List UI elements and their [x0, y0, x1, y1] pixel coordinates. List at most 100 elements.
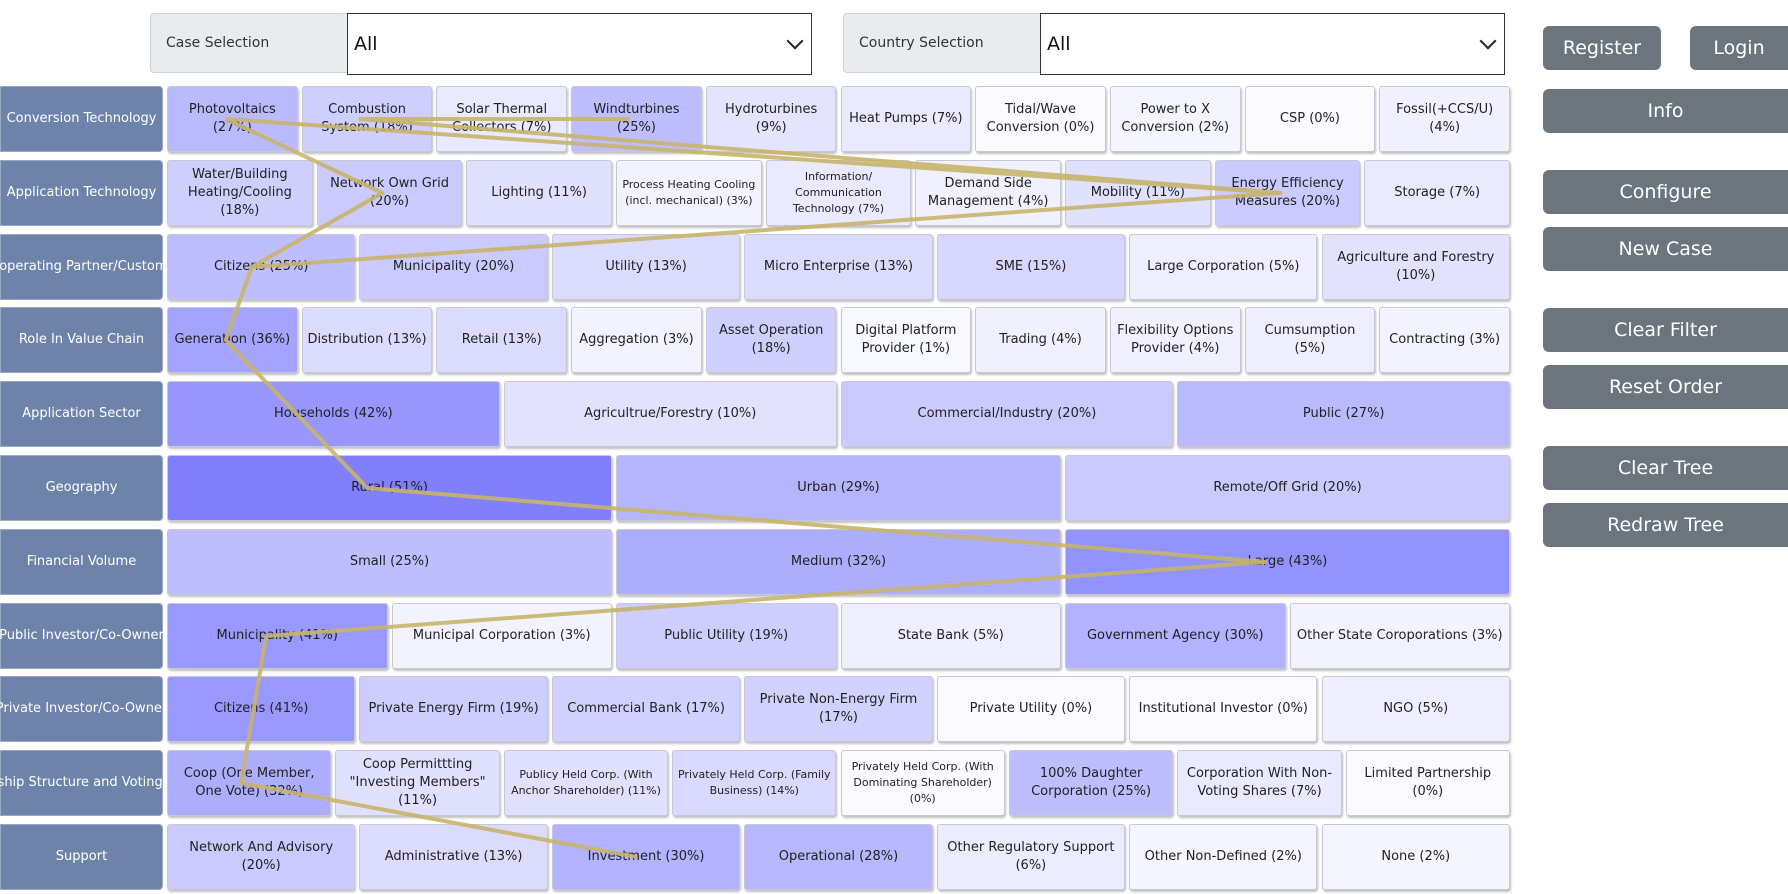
category-cell[interactable]: Municipal Corporation (3%): [391, 603, 612, 669]
register-button[interactable]: Register: [1543, 26, 1661, 70]
row-label: Cooperating Partner/Customer: [0, 234, 181, 300]
category-cell[interactable]: Generation (36%): [167, 307, 298, 373]
category-cell[interactable]: Municipality (41%): [167, 603, 388, 669]
category-cell[interactable]: Information/ Communication Technology (7…: [765, 160, 912, 226]
row-label: Application Sector: [0, 381, 163, 447]
category-cell[interactable]: Flexibility Options Provider (4%): [1109, 307, 1241, 373]
category-cell[interactable]: State Bank (5%): [840, 603, 1061, 669]
row-label: Private Investor/Co-Owner: [0, 676, 167, 742]
category-cell[interactable]: Coop (One Member, One Vote) (32%): [167, 750, 332, 816]
category-cell[interactable]: Coop Permittting "Investing Members" (11…: [335, 750, 500, 816]
clear-tree-button[interactable]: Clear Tree: [1543, 446, 1788, 490]
category-cell[interactable]: Demand Side Management (4%): [915, 160, 1061, 226]
new-case-button[interactable]: New Case: [1543, 227, 1788, 271]
category-cell[interactable]: SME (15%): [936, 234, 1126, 300]
category-cell[interactable]: Process Heating Cooling (incl. mechanica…: [616, 160, 762, 226]
category-cell[interactable]: None (2%): [1321, 824, 1510, 890]
row-label: Conversion Technology: [0, 86, 163, 152]
category-cell[interactable]: Power to X Conversion (2%): [1109, 86, 1241, 152]
category-cell[interactable]: Large (43%): [1065, 529, 1510, 595]
country-selection-dropdown[interactable]: All: [1040, 13, 1505, 75]
configure-button[interactable]: Configure: [1543, 170, 1788, 214]
case-selection-dropdown[interactable]: All: [347, 13, 812, 75]
category-cell[interactable]: Agricultrue/Forestry (10%): [503, 381, 837, 447]
category-cell[interactable]: NGO (5%): [1321, 676, 1510, 742]
category-cell[interactable]: Aggregation (3%): [571, 307, 702, 373]
category-cell[interactable]: Storage (7%): [1364, 160, 1510, 226]
category-cell[interactable]: Agriculture and Forestry (10%): [1321, 234, 1510, 300]
reset-order-button[interactable]: Reset Order: [1543, 365, 1788, 409]
category-cell[interactable]: Micro Enterprise (13%): [744, 234, 933, 300]
category-cell[interactable]: Investment (30%): [551, 824, 741, 890]
category-cell[interactable]: Large Corporation (5%): [1129, 234, 1318, 300]
clear-filter-button[interactable]: Clear Filter: [1543, 308, 1788, 352]
case-selection-group: Case Selection All: [150, 13, 812, 75]
chevron-down-icon: [786, 32, 804, 50]
category-cell[interactable]: Public (27%): [1177, 381, 1511, 447]
row-label: Public Investor/Co-Owner: [0, 603, 164, 669]
category-cell[interactable]: Publicy Held Corp. (With Anchor Sharehol…: [503, 750, 669, 816]
category-cell[interactable]: Distribution (13%): [301, 307, 433, 373]
category-cell[interactable]: Citizens (41%): [167, 676, 356, 742]
category-cell[interactable]: Tidal/Wave Conversion (0%): [975, 86, 1106, 152]
category-cell[interactable]: Private Energy Firm (19%): [359, 676, 548, 742]
category-cell[interactable]: Government Agency (30%): [1065, 603, 1286, 669]
row-label: Application Technology: [0, 160, 163, 226]
category-cell[interactable]: Utility (13%): [551, 234, 741, 300]
category-cell[interactable]: Medium (32%): [616, 529, 1061, 595]
redraw-tree-button[interactable]: Redraw Tree: [1543, 503, 1788, 547]
category-cell[interactable]: Heat Pumps (7%): [840, 86, 972, 152]
category-cell[interactable]: Lighting (11%): [466, 160, 612, 226]
category-cell[interactable]: Mobility (11%): [1065, 160, 1211, 226]
category-cell[interactable]: Water/Building Heating/Cooling (18%): [167, 160, 313, 226]
category-cell[interactable]: Citizens (25%): [167, 234, 356, 300]
category-cell[interactable]: Other Non-Defined (2%): [1129, 824, 1318, 890]
category-cell[interactable]: Small (25%): [167, 529, 612, 595]
category-cell[interactable]: Corporation With Non-Voting Shares (7%): [1177, 750, 1342, 816]
login-button[interactable]: Login: [1690, 26, 1788, 70]
category-cell[interactable]: Asset Operation (18%): [705, 307, 837, 373]
category-cell[interactable]: Trading (4%): [975, 307, 1106, 373]
category-cell[interactable]: Rural (51%): [167, 455, 612, 521]
category-cell[interactable]: Administrative (13%): [359, 824, 548, 890]
category-cell[interactable]: Operational (28%): [744, 824, 933, 890]
country-selection-value: All: [1047, 33, 1071, 55]
category-cell[interactable]: Privately Held Corp. (Family Business) (…: [672, 750, 837, 816]
category-cell[interactable]: Limited Partnership (0%): [1345, 750, 1510, 816]
category-cell[interactable]: Windturbines (25%): [571, 86, 702, 152]
category-cell[interactable]: Households (42%): [167, 381, 500, 447]
row-label: Financial Volume: [0, 529, 163, 595]
category-cell[interactable]: Retail (13%): [436, 307, 568, 373]
category-cell[interactable]: Private Non-Energy Firm (17%): [744, 676, 933, 742]
country-selection-label: Country Selection: [843, 13, 1040, 73]
category-cell[interactable]: Photovoltaics (27%): [167, 86, 298, 152]
category-cell[interactable]: Remote/Off Grid (20%): [1065, 455, 1510, 521]
category-cell[interactable]: CSP (0%): [1244, 86, 1376, 152]
category-cell[interactable]: Hydroturbines (9%): [705, 86, 837, 152]
category-cell[interactable]: Contracting (3%): [1379, 307, 1510, 373]
country-selection-group: Country Selection All: [843, 13, 1505, 75]
category-cell[interactable]: Network And Advisory (20%): [167, 824, 356, 890]
category-cell[interactable]: Municipality (20%): [359, 234, 548, 300]
row-label: Support: [0, 824, 163, 890]
category-cell[interactable]: Network Own Grid (20%): [316, 160, 463, 226]
category-cell[interactable]: Other Regulatory Support (6%): [936, 824, 1126, 890]
category-cell[interactable]: Energy Efficiency Measures (20%): [1214, 160, 1361, 226]
category-cell[interactable]: Solar Thermal Collectors (7%): [436, 86, 568, 152]
category-cell[interactable]: Commercial Bank (17%): [551, 676, 741, 742]
info-button[interactable]: Info: [1543, 89, 1788, 133]
category-cell[interactable]: 100% Daughter Corporation (25%): [1008, 750, 1174, 816]
category-cell[interactable]: Public Utility (19%): [616, 603, 837, 669]
category-cell[interactable]: Other State Coroporations (3%): [1289, 603, 1510, 669]
category-cell[interactable]: Fossil(+CCS/U) (4%): [1379, 86, 1510, 152]
category-cell[interactable]: Privately Held Corp. (With Dominating Sh…: [840, 750, 1005, 816]
category-cell[interactable]: Commercial/Industry (20%): [840, 381, 1174, 447]
category-cell[interactable]: Cumsumption (5%): [1244, 307, 1376, 373]
category-cell[interactable]: Institutional Investor (0%): [1129, 676, 1318, 742]
category-cell[interactable]: Combustion System (18%): [301, 86, 433, 152]
category-cell[interactable]: Digital Platform Provider (1%): [840, 307, 972, 373]
category-cell[interactable]: Urban (29%): [616, 455, 1061, 521]
case-selection-label: Case Selection: [150, 13, 347, 73]
category-cell[interactable]: Private Utility (0%): [936, 676, 1126, 742]
row-label: Ownership Structure and Voting Rights: [0, 750, 208, 816]
